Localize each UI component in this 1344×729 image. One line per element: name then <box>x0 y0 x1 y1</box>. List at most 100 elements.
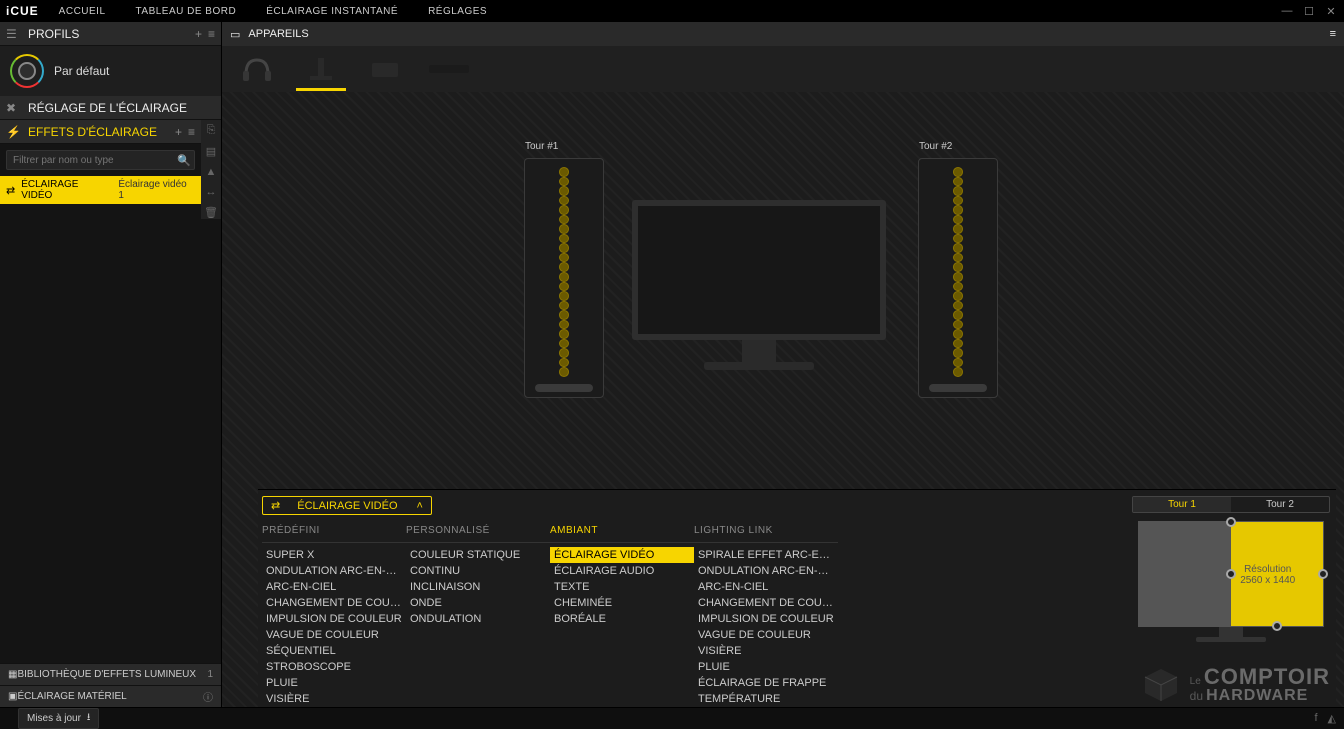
window-controls: — ☐ ✕ <box>1280 4 1338 18</box>
effect-option[interactable]: CHEMINÉE <box>550 595 694 611</box>
tower-2-base <box>929 384 987 392</box>
effect-option[interactable]: VAGUE DE COULEUR <box>694 627 838 643</box>
effect-option[interactable]: STROBOSCOPE <box>262 659 406 675</box>
lighting-settings-header: ✖ RÉGLAGE DE L'ÉCLAIRAGE <box>0 96 221 120</box>
tab-tour-1[interactable]: Tour 1 <box>1133 497 1231 512</box>
effect-option[interactable]: ARC-EN-CIEL <box>694 579 838 595</box>
effect-option[interactable]: COULEUR STATIQUE <box>406 547 550 563</box>
effect-option[interactable]: ÉCLAIRAGE DE FRAPPE <box>694 675 838 691</box>
effect-option[interactable]: ONDE <box>406 595 550 611</box>
effect-option[interactable]: IMPULSION DE COULEUR <box>694 611 838 627</box>
effects-search-input[interactable] <box>7 155 174 166</box>
effect-item-selected[interactable]: ⇄ ÉCLAIRAGE VIDÉO Éclairage vidéo 1 <box>0 176 201 204</box>
copy-icon[interactable]: ⎘ <box>207 124 216 137</box>
resolution-label: Résolution2560 x 1440 <box>1240 564 1295 586</box>
shuffle-icon: ⇄ <box>271 499 280 512</box>
effect-option[interactable]: PLUIE <box>262 675 406 691</box>
tower-2[interactable]: Tour #2 <box>918 158 998 398</box>
profiles-menu-button[interactable]: ≡ <box>208 27 215 41</box>
tower-2-label: Tour #2 <box>919 141 952 152</box>
effect-option[interactable]: ARC-EN-CIEL <box>262 579 406 595</box>
effect-option[interactable]: ONDULATION ARC-EN-CIEL <box>262 563 406 579</box>
cat-predef: PRÉDÉFINI SUPER XONDULATION ARC-EN-CIELA… <box>262 521 406 729</box>
nav-dashboard[interactable]: TABLEAU DE BORD <box>136 6 237 17</box>
cat-custom-list: COULEUR STATIQUECONTINUINCLINAISONONDEON… <box>406 547 550 627</box>
effect-option[interactable]: ONDULATION ARC-EN-CIEL <box>694 563 838 579</box>
updates-button[interactable]: Mises à jour ⭳ <box>18 708 99 729</box>
facebook-icon[interactable]: f <box>1314 712 1317 725</box>
minimize-icon[interactable]: — <box>1280 4 1294 18</box>
cat-ambient: AMBIANT ÉCLAIRAGE VIDÉOÉCLAIRAGE AUDIOTE… <box>550 521 694 729</box>
effect-option[interactable]: ÉCLAIRAGE VIDÉO <box>550 547 694 563</box>
nav-instant-lighting[interactable]: ÉCLAIRAGE INSTANTANÉ <box>266 6 398 17</box>
move-link-icon[interactable]: ↔ <box>206 186 217 198</box>
effect-option[interactable]: VAGUE DE COULEUR <box>262 627 406 643</box>
effect-option[interactable]: VISIÈRE <box>694 643 838 659</box>
preview-panel: Tour 1 Tour 2 Résolution2560 x 1440 <box>1126 490 1336 729</box>
add-profile-button[interactable]: + <box>195 27 202 41</box>
effects-search[interactable]: 🔍 <box>6 150 195 170</box>
effect-type: ÉCLAIRAGE VIDÉO <box>21 179 112 201</box>
wrench-icon: ✖ <box>6 101 22 115</box>
monitor-screen <box>632 200 886 340</box>
config-panel: ⇄ ÉCLAIRAGE VIDÉO ˄ PRÉDÉFINI SUPER XOND… <box>258 489 1336 729</box>
library-label: BIBLIOTHÈQUE D'EFFETS LUMINEUX <box>17 669 196 680</box>
effects-side-toolbar: ⎘ ▤ ▲ ↔ 🗑 <box>201 120 221 219</box>
cat-predef-header: PRÉDÉFINI <box>262 521 406 543</box>
cat-link: LIGHTING LINK SPIRALE EFFET ARC-EN-CIELO… <box>694 521 838 729</box>
effects-menu-button[interactable]: ≡ <box>188 125 195 139</box>
effect-option[interactable]: ONDULATION <box>406 611 550 627</box>
move-up-icon[interactable]: ▲ <box>206 166 217 178</box>
tower-1[interactable]: Tour #1 <box>524 158 604 398</box>
effect-option[interactable]: SÉQUENTIEL <box>262 643 406 659</box>
devices-icon: ▭ <box>230 28 240 41</box>
effect-option[interactable]: CONTINU <box>406 563 550 579</box>
device-lighting-node[interactable] <box>296 52 346 86</box>
device-hub[interactable] <box>360 52 410 86</box>
effect-option[interactable]: TEMPÉRATURE <box>694 691 838 707</box>
hardware-lighting-label: ÉCLAIRAGE MATÉRIEL <box>17 691 126 702</box>
nav-settings[interactable]: RÉGLAGES <box>428 6 487 17</box>
tab-tour-2[interactable]: Tour 2 <box>1231 497 1329 512</box>
effect-dropdown[interactable]: ⇄ ÉCLAIRAGE VIDÉO ˄ <box>262 496 432 515</box>
info-icon[interactable]: ⓘ <box>203 689 213 704</box>
effect-option[interactable]: VISIÈRE <box>262 691 406 707</box>
capture-handle-left[interactable] <box>1226 569 1236 579</box>
effect-option[interactable]: PLUIE <box>694 659 838 675</box>
delete-icon[interactable]: 🗑 <box>204 206 218 219</box>
profiles-title: PROFILS <box>28 27 79 41</box>
capture-handle-bottom[interactable] <box>1272 621 1282 631</box>
devices-menu-button[interactable]: ≡ <box>1330 28 1336 40</box>
cat-custom: PERSONNALISÉ COULEUR STATIQUECONTINUINCL… <box>406 521 550 729</box>
maximize-icon[interactable]: ☐ <box>1302 4 1316 18</box>
corsair-icon[interactable]: ◭ <box>1328 712 1336 725</box>
device-commander[interactable] <box>424 52 474 86</box>
capture-handle-right[interactable] <box>1318 569 1328 579</box>
effect-option[interactable]: CHANGEMENT DE COULEUR <box>694 595 838 611</box>
profiles-header: ☰ PROFILS + ≡ <box>0 22 221 46</box>
effect-option[interactable]: IMPULSION DE COULEUR <box>262 611 406 627</box>
profile-item[interactable]: Par défaut <box>0 46 221 96</box>
tower-1-leds <box>559 167 569 377</box>
effect-dropdown-label: ÉCLAIRAGE VIDÉO <box>297 500 397 512</box>
effect-option[interactable]: SUPER X <box>262 547 406 563</box>
close-icon[interactable]: ✕ <box>1324 4 1338 18</box>
effect-option[interactable]: BORÉALE <box>550 611 694 627</box>
device-headset[interactable] <box>232 52 282 86</box>
preview-monitor[interactable]: Résolution2560 x 1440 <box>1138 521 1324 627</box>
effect-library-row[interactable]: ▦ BIBLIOTHÈQUE D'EFFETS LUMINEUX 1 <box>0 663 221 685</box>
effect-option[interactable]: SPIRALE EFFET ARC-EN-CIEL <box>694 547 838 563</box>
nav-home[interactable]: ACCUEIL <box>59 6 106 17</box>
add-effect-button[interactable]: + <box>175 125 182 139</box>
hardware-lighting-row[interactable]: ▣ ÉCLAIRAGE MATÉRIEL ⓘ <box>0 685 221 707</box>
download-icon: ⭳ <box>87 710 91 727</box>
effect-option[interactable]: CHANGEMENT DE COULEUR <box>262 595 406 611</box>
effect-option[interactable]: ÉCLAIRAGE AUDIO <box>550 563 694 579</box>
effect-option[interactable]: TEXTE <box>550 579 694 595</box>
effect-option[interactable]: INCLINAISON <box>406 579 550 595</box>
tour-tabs: Tour 1 Tour 2 <box>1132 496 1330 513</box>
layers-icon[interactable]: ▤ <box>206 145 216 158</box>
search-icon[interactable]: 🔍 <box>174 154 194 167</box>
tower-1-label: Tour #1 <box>525 141 558 152</box>
capture-handle-top[interactable] <box>1226 517 1236 527</box>
